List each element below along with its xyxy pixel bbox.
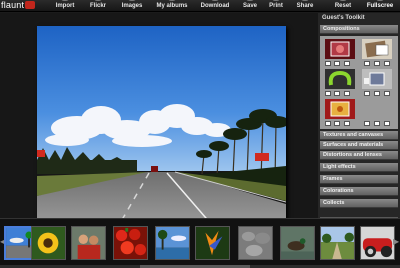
composition-option[interactable] [374, 121, 380, 126]
section-light-effects[interactable]: Light effects [320, 163, 398, 172]
film-thumb-park-walk[interactable] [320, 226, 355, 260]
film-thumb-red-peppers[interactable] [113, 226, 148, 260]
top-toolbar: flaunt Import Flickr Images My albums Do… [0, 0, 400, 12]
print-button[interactable]: Print [264, 0, 288, 12]
compositions-body [320, 36, 398, 129]
fullscreen-button[interactable]: Fullscree [360, 0, 400, 12]
download-button[interactable]: Download [196, 0, 234, 12]
save-icon [246, 0, 254, 1]
main-photo[interactable] [37, 26, 286, 225]
composition-option[interactable] [334, 91, 340, 96]
section-frames[interactable]: Frames [320, 175, 398, 184]
app-window: flaunt Import Flickr Images My albums Do… [0, 0, 400, 268]
composition-option[interactable] [344, 121, 350, 126]
composition-thumb-2[interactable] [362, 39, 392, 59]
composition-option[interactable] [374, 61, 380, 66]
composition-option[interactable] [384, 121, 390, 126]
print-icon [272, 0, 280, 1]
composition-option[interactable] [384, 61, 390, 66]
import-icon [61, 0, 69, 1]
composition-option[interactable] [344, 91, 350, 96]
image-canvas [0, 13, 318, 225]
section-colorations[interactable]: Colorations [320, 187, 398, 196]
composition-thumb-5[interactable] [325, 99, 355, 119]
composition-thumb-1[interactable] [325, 39, 355, 59]
composition-option[interactable] [384, 91, 390, 96]
app-logo: flaunt [0, 0, 40, 12]
share-icon [301, 0, 309, 1]
composition-option[interactable] [334, 61, 340, 66]
flickr-icon [94, 0, 102, 1]
images-button[interactable]: Images [114, 0, 150, 12]
section-distortions-lenses[interactable]: Distortions and lenses [320, 151, 398, 160]
chevron-right-icon[interactable]: ▶ [393, 237, 399, 246]
albums-icon [168, 0, 176, 1]
section-textures-canvases[interactable]: Textures and canvases [320, 131, 398, 140]
composition-thumb-3[interactable] [325, 69, 355, 89]
filmstrip: ◀ ▶ [0, 218, 400, 268]
panel-title: Guest's Toolkit [322, 15, 365, 21]
composition-option[interactable] [364, 61, 370, 66]
download-icon [211, 0, 219, 1]
section-collects[interactable]: Collects [320, 199, 398, 208]
section-compositions[interactable]: Compositions [320, 25, 398, 34]
reset-icon [339, 0, 347, 1]
images-icon [128, 0, 136, 1]
composition-option[interactable] [344, 61, 350, 66]
composition-option[interactable] [325, 91, 331, 96]
logo-text: flaunt [1, 0, 25, 10]
composition-option[interactable] [364, 91, 370, 96]
my-albums-button[interactable]: My albums [152, 0, 192, 12]
composition-option[interactable] [364, 121, 370, 126]
toolkit-panel: Guest's Toolkit Compositions Textures an… [318, 13, 400, 221]
section-surfaces-materials[interactable]: Surfaces and materials [320, 141, 398, 150]
film-thumb-people-portrait[interactable] [71, 226, 106, 260]
composition-option[interactable] [374, 91, 380, 96]
composition-option[interactable] [334, 121, 340, 126]
fullscreen-icon [376, 0, 384, 1]
film-thumb-sunflower[interactable] [31, 226, 66, 260]
save-button[interactable]: Save [238, 0, 262, 12]
film-thumb-red-car[interactable] [360, 226, 395, 260]
logo-badge-icon [25, 1, 36, 9]
film-thumb-palm-beach[interactable] [155, 226, 190, 260]
composition-option[interactable] [325, 121, 331, 126]
composition-option[interactable] [325, 61, 331, 66]
reset-button[interactable]: Reset [330, 0, 356, 12]
flickr-button[interactable]: Flickr [84, 0, 112, 12]
film-thumb-ducks-water[interactable] [280, 226, 315, 260]
share-button[interactable]: Share [292, 0, 318, 12]
composition-thumb-4[interactable] [362, 69, 392, 89]
film-thumb-grey-stones[interactable] [238, 226, 273, 260]
film-thumb-orange-flower[interactable] [195, 226, 230, 260]
import-button[interactable]: Import [48, 0, 82, 12]
